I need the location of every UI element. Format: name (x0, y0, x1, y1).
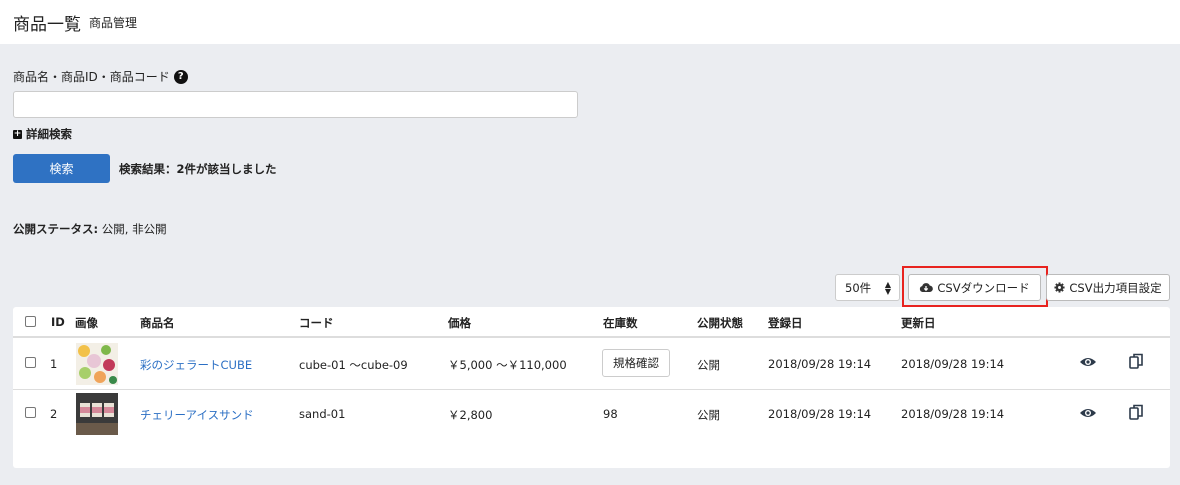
product-thumbnail[interactable] (76, 393, 118, 435)
row-checkbox[interactable] (25, 407, 36, 418)
column-header-price[interactable]: 価格 (448, 315, 471, 331)
column-header-id: ID (51, 315, 65, 329)
csv-download-label: CSVダウンロード (937, 280, 1030, 295)
product-table: ID 画像 商品名 コード 価格 在庫数 公開状態 登録日 更新日 1 彩のジェ… (13, 307, 1170, 468)
csv-settings-label: CSV出力項目設定 (1069, 280, 1162, 295)
row-divider (13, 389, 1170, 390)
page-header: 商品一覧 商品管理 (0, 0, 1180, 44)
column-header-status[interactable]: 公開状態 (697, 315, 743, 331)
product-thumbnail[interactable] (76, 343, 118, 385)
sort-arrows-icon: ▲ ▼ (884, 280, 891, 296)
search-label: 商品名・商品ID・商品コード ? (13, 68, 188, 85)
advanced-search-label: 詳細検索 (26, 127, 72, 141)
eye-icon[interactable] (1079, 356, 1097, 368)
updated-date: 2018/09/28 19:14 (901, 407, 1005, 421)
search-input[interactable] (13, 91, 578, 118)
status-filter-value: 公開, 非公開 (101, 222, 167, 236)
csv-download-button[interactable]: CSVダウンロード (908, 274, 1041, 301)
column-header-code[interactable]: コード (299, 315, 334, 331)
updated-date: 2018/09/28 19:14 (901, 357, 1005, 371)
search-label-text: 商品名・商品ID・商品コード (13, 70, 170, 84)
publish-status: 公開 (697, 358, 720, 372)
product-code: cube-01 ～cube-09 (299, 358, 408, 372)
created-date: 2018/09/28 19:14 (768, 357, 872, 371)
product-price: ￥5,000 ～￥110,000 (448, 358, 567, 372)
product-image-gelato (76, 343, 118, 385)
product-image-ice-sandwich (76, 393, 118, 435)
status-filter-summary: 公開ステータス: 公開, 非公開 (13, 221, 167, 237)
status-filter-label: 公開ステータス: (13, 222, 99, 236)
per-page-select[interactable]: 50件 ▲ ▼ (835, 274, 900, 301)
publish-status: 公開 (697, 408, 720, 422)
gear-icon (1054, 282, 1065, 293)
product-code: sand-01 (299, 407, 346, 421)
help-icon[interactable]: ? (173, 69, 188, 84)
eye-icon[interactable] (1079, 407, 1097, 419)
csv-settings-button[interactable]: CSV出力項目設定 (1046, 274, 1170, 301)
search-result-text: 検索結果：2件が該当しました (119, 162, 277, 176)
stock-count: 98 (603, 407, 618, 421)
page-title: 商品一覧 (13, 15, 81, 35)
product-price: ￥2,800 (448, 408, 493, 422)
column-header-updated[interactable]: 更新日 (901, 315, 936, 331)
advanced-search-toggle[interactable]: + 詳細検索 (13, 126, 72, 142)
row-id: 1 (50, 357, 58, 371)
copy-icon[interactable] (1129, 404, 1143, 420)
search-button[interactable]: 検索 (13, 154, 110, 183)
header-divider (13, 336, 1170, 338)
select-all-checkbox[interactable] (25, 316, 36, 327)
cloud-download-icon (920, 283, 934, 293)
per-page-value: 50件 (845, 280, 872, 295)
column-header-created[interactable]: 登録日 (768, 315, 803, 331)
copy-icon[interactable] (1129, 353, 1143, 369)
page-subtitle: 商品管理 (89, 16, 138, 30)
product-name-link[interactable]: チェリーアイスサンド (140, 407, 254, 423)
plus-square-icon: + (13, 128, 22, 139)
column-header-name[interactable]: 商品名 (140, 315, 175, 331)
column-header-stock[interactable]: 在庫数 (603, 315, 638, 331)
row-checkbox[interactable] (25, 357, 36, 368)
column-header-image: 画像 (75, 316, 98, 330)
check-variants-button[interactable]: 規格確認 (602, 349, 670, 377)
created-date: 2018/09/28 19:14 (768, 407, 872, 421)
product-name-link[interactable]: 彩のジェラートCUBE (140, 357, 252, 373)
row-id: 2 (50, 407, 58, 421)
